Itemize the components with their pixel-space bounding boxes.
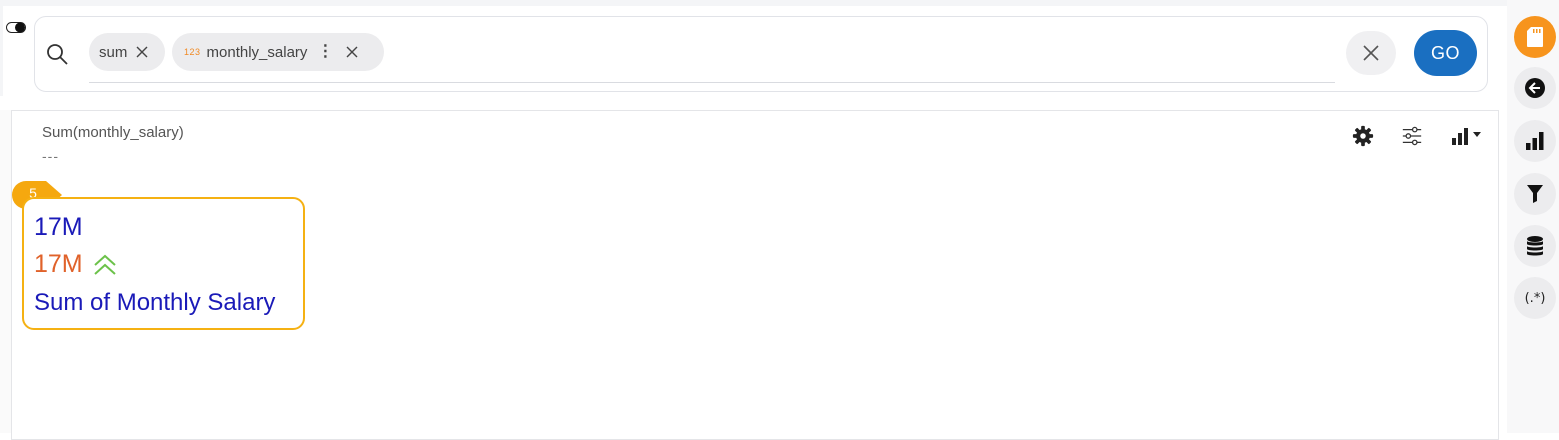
search-icon[interactable] (45, 42, 69, 66)
top-strip (0, 0, 1507, 6)
filter-button[interactable] (1514, 173, 1556, 215)
kpi-value: 17M (34, 213, 83, 241)
regex-button[interactable]: (.*) (1514, 277, 1556, 319)
gear-icon[interactable] (1352, 125, 1374, 147)
regex-icon: (.*) (1524, 290, 1546, 306)
trend-up-icon (93, 254, 116, 275)
right-sidebar: (.*) (1507, 0, 1559, 433)
remove-chip-icon[interactable] (135, 45, 149, 59)
chip-label: monthly_salary (206, 43, 308, 61)
search-chip-sum[interactable]: sum (89, 33, 165, 71)
kpi-compare-value: 17M (34, 250, 83, 278)
sd-card-button[interactable] (1514, 16, 1556, 58)
kpi-label: Sum of Monthly Salary (34, 289, 276, 316)
chart-button[interactable] (1514, 120, 1556, 162)
numeric-type-badge: 123 (184, 47, 201, 57)
database-icon (1527, 236, 1543, 256)
chip-label: sum (99, 43, 128, 61)
search-input-underline[interactable] (89, 82, 1335, 83)
panel-subtitle: --- (42, 148, 59, 164)
kpi-compare: 17M (34, 250, 117, 279)
panel-title: Sum(monthly_salary) (42, 124, 184, 141)
clear-search-button[interactable] (1346, 31, 1396, 75)
sliders-icon[interactable] (1401, 125, 1423, 147)
search-chip-monthly-salary[interactable]: 123 monthly_salary ⋮ (172, 33, 384, 71)
database-button[interactable] (1514, 225, 1556, 267)
panel-left-margin (0, 110, 11, 433)
search-bar: sum 123 monthly_salary ⋮ GO (34, 16, 1488, 92)
kebab-menu-icon[interactable]: ⋮ (317, 44, 333, 60)
kpi-card[interactable]: 17M 17M Sum of Monthly Salary (22, 197, 305, 330)
filter-icon (1527, 185, 1543, 203)
chart-type-dropdown-icon[interactable] (1450, 125, 1486, 147)
back-button[interactable] (1514, 67, 1556, 109)
back-arrow-icon (1525, 78, 1545, 98)
sd-card-icon (1527, 27, 1543, 47)
left-edge (0, 6, 3, 96)
go-button[interactable]: GO (1414, 30, 1477, 76)
close-icon (1363, 45, 1379, 61)
remove-chip-icon[interactable] (345, 45, 359, 59)
chart-panel: Sum(monthly_salary) --- 5 17M 17M Sum of… (11, 110, 1499, 440)
toggle-icon[interactable] (6, 22, 26, 33)
bar-chart-icon (1526, 132, 1544, 150)
